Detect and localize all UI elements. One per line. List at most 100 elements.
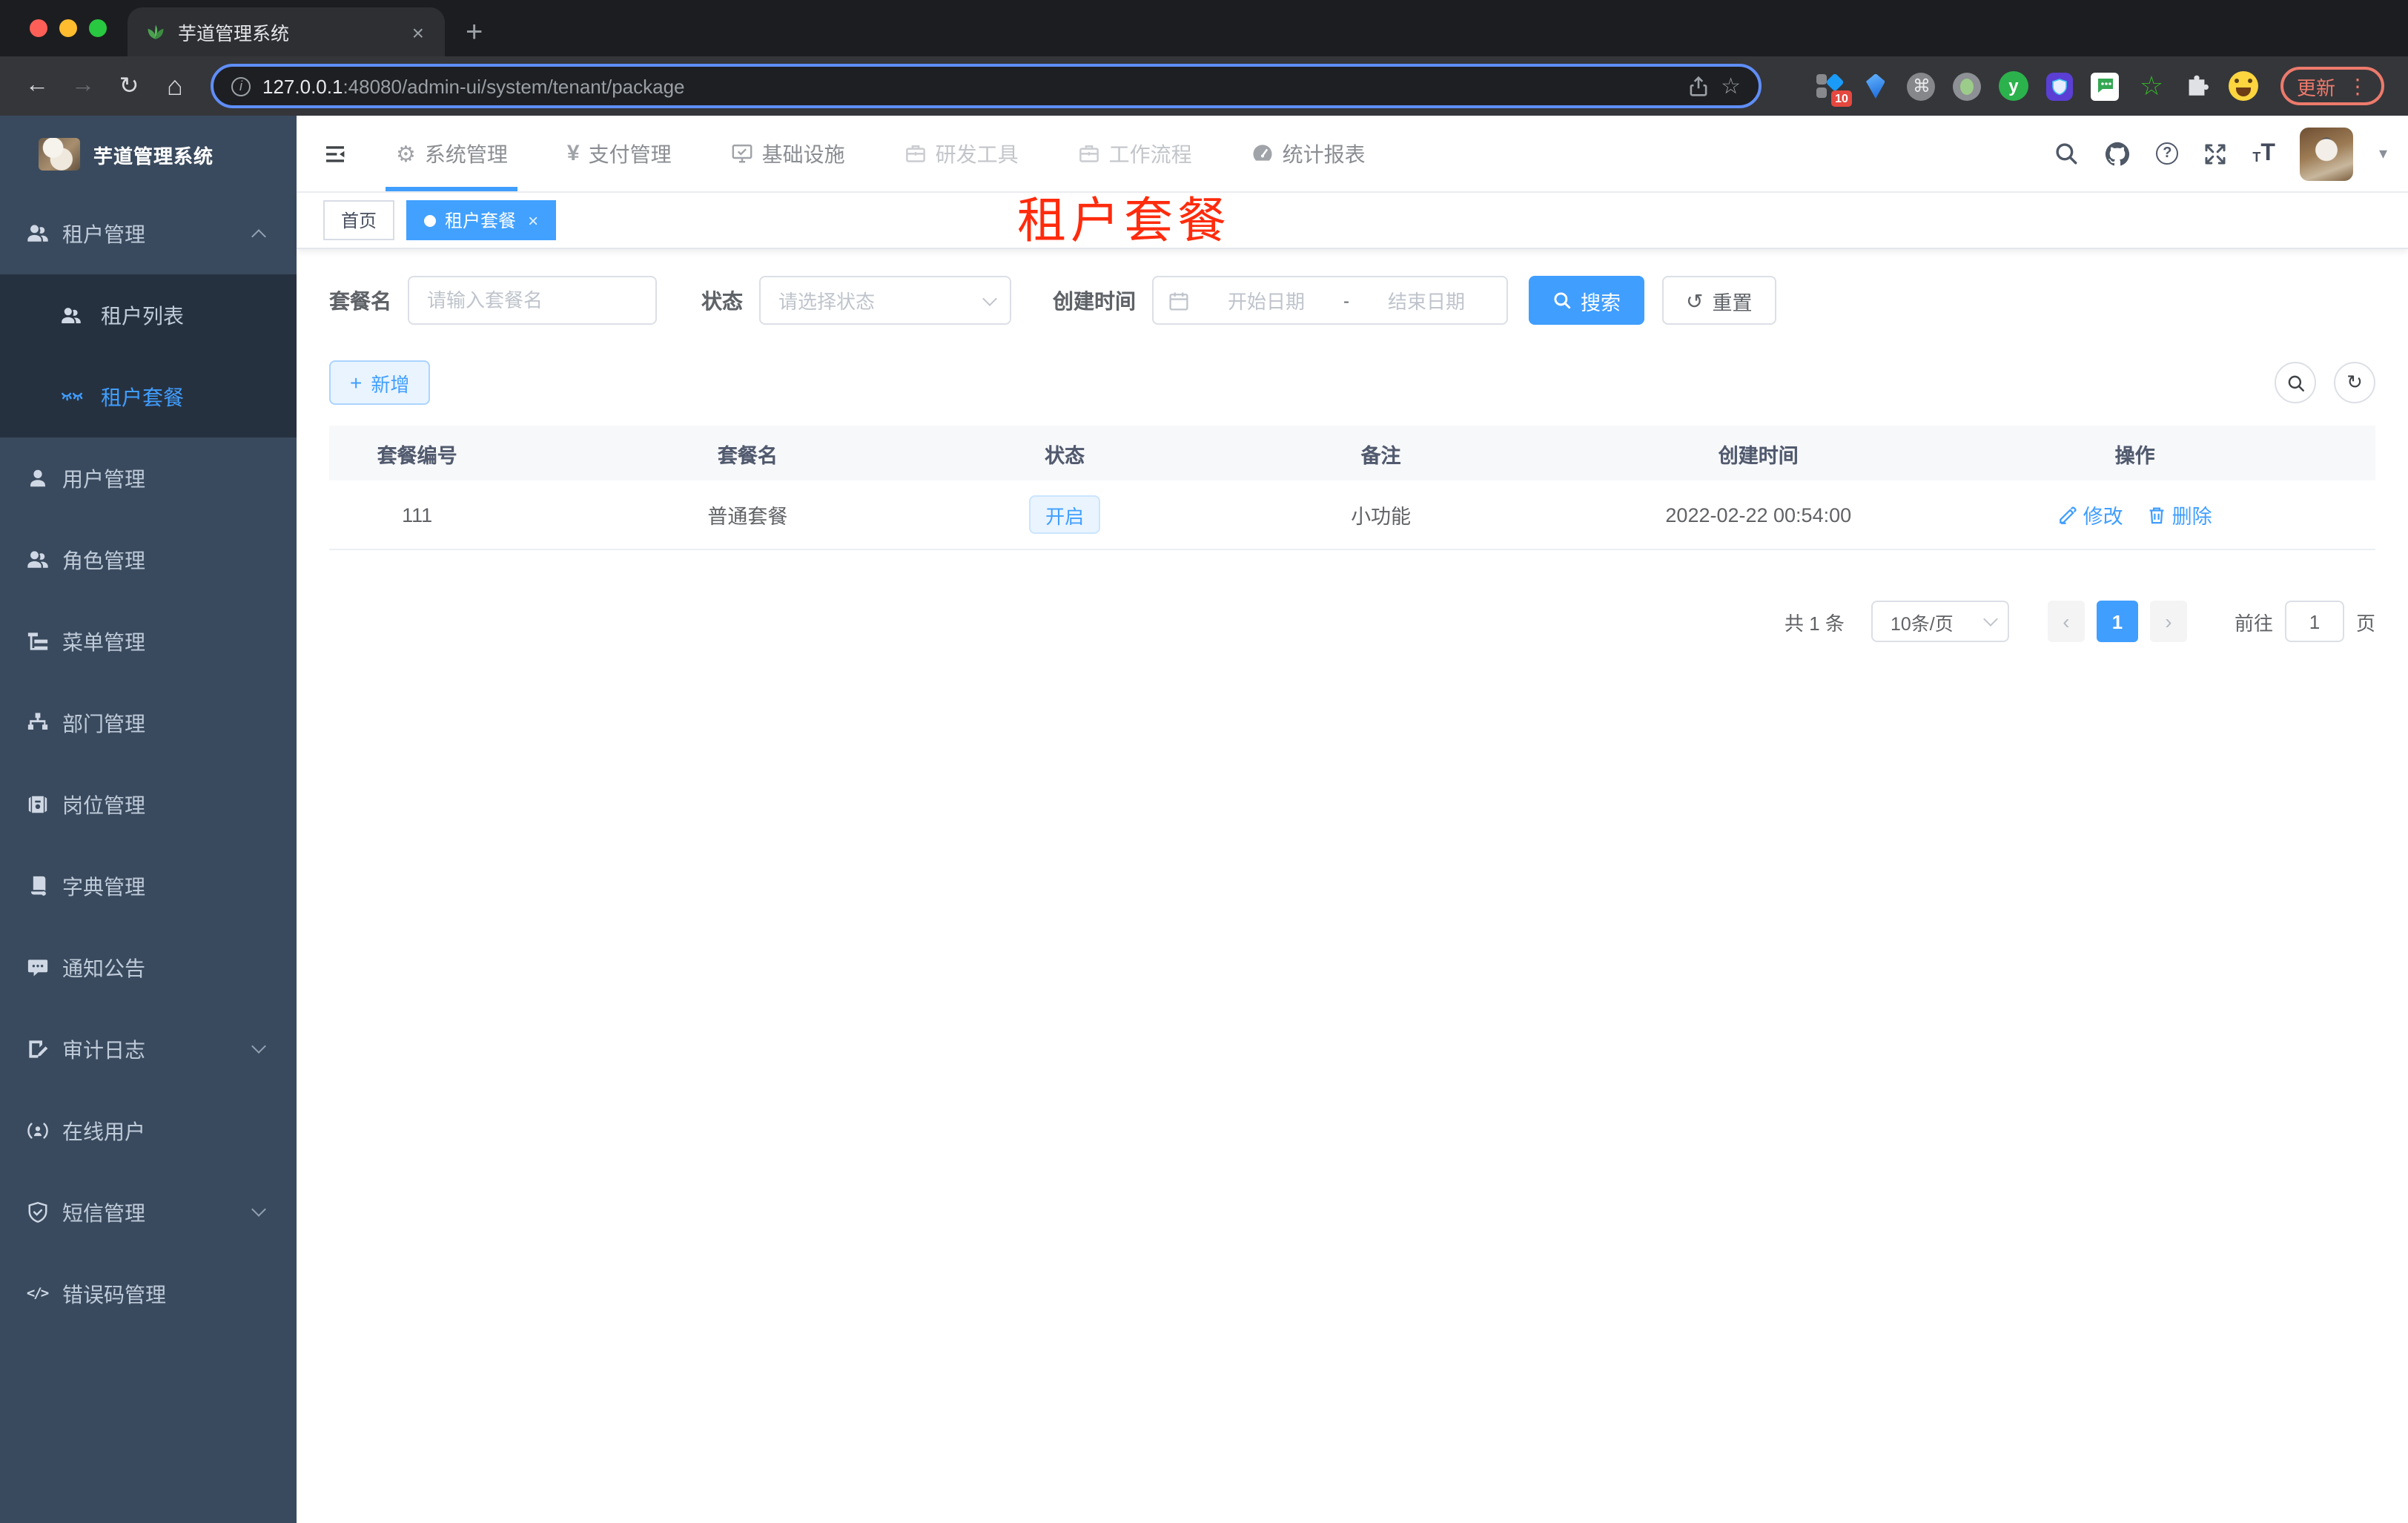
sidebar-logo[interactable]: 芋道管理系统: [0, 116, 297, 193]
browser-tab[interactable]: 芋道管理系统 ×: [128, 7, 445, 56]
zoom-window-button[interactable]: [89, 19, 107, 37]
sidebar-item-dept-mgmt[interactable]: 部门管理: [0, 682, 297, 764]
tab-close-icon[interactable]: ×: [406, 20, 430, 44]
logo-rabbit-image: [39, 138, 80, 171]
home-icon[interactable]: ⌂: [156, 67, 194, 105]
extension-chat-icon[interactable]: [2091, 71, 2120, 101]
topnav-payment-mgmt[interactable]: ¥ 支付管理: [548, 116, 691, 191]
cell-actions: 修改 删除: [1894, 500, 2375, 529]
new-tab-button[interactable]: +: [466, 18, 483, 47]
topnav-infrastructure[interactable]: 基础设施: [712, 116, 864, 191]
toggle-search-button[interactable]: [2275, 362, 2316, 403]
calendar-icon: [1168, 290, 1189, 311]
back-icon[interactable]: ←: [18, 67, 56, 105]
minimize-window-button[interactable]: [59, 19, 77, 37]
reset-button[interactable]: ↺ 重置: [1662, 276, 1776, 325]
end-date-placeholder[interactable]: 结束日期: [1361, 286, 1492, 314]
sidebar-item-audit-log[interactable]: 审计日志: [0, 1008, 297, 1090]
forward-icon[interactable]: →: [64, 67, 102, 105]
yen-icon: ¥: [566, 141, 580, 166]
sidebar-item-role-mgmt[interactable]: 角色管理: [0, 519, 297, 601]
browser-window: 芋道管理系统 × + ← → ↻ ⌂ i 127.0.0.1:48080/adm…: [0, 0, 2408, 1523]
start-date-placeholder[interactable]: 开始日期: [1201, 286, 1332, 314]
sidebar-item-sms-mgmt[interactable]: 短信管理: [0, 1172, 297, 1253]
fullscreen-icon[interactable]: [2203, 142, 2227, 165]
page-size-select[interactable]: 10条/页: [1870, 601, 2009, 642]
extension-y-icon[interactable]: y: [1998, 71, 2028, 101]
add-button[interactable]: + 新增: [329, 360, 431, 405]
browser-tab-strip: 芋道管理系统 × +: [0, 0, 2408, 56]
url-text[interactable]: 127.0.0.1:48080/admin-ui/system/tenant/p…: [262, 75, 1675, 97]
address-bar[interactable]: i 127.0.0.1:48080/admin-ui/system/tenant…: [211, 64, 1762, 108]
extension-command-icon[interactable]: ⌘: [1907, 71, 1936, 101]
browser-menu-dots-icon[interactable]: ⋮: [2347, 73, 2368, 99]
delete-link[interactable]: 删除: [2147, 500, 2212, 529]
extensions-puzzle-icon[interactable]: [2183, 71, 2212, 101]
chevron-down-icon[interactable]: ▾: [2379, 144, 2387, 163]
next-page-button[interactable]: ›: [2149, 601, 2187, 642]
goto-label: 前往: [2234, 612, 2273, 634]
sidebar-item-tenant-list[interactable]: 租户列表: [0, 274, 297, 356]
sidebar-group-tenant[interactable]: 租户管理: [0, 193, 297, 274]
sidebar-item-notice[interactable]: 通知公告: [0, 927, 297, 1008]
sidebar-item-user-mgmt[interactable]: 用户管理: [0, 437, 297, 519]
topnav-statistics[interactable]: 统计报表: [1232, 116, 1385, 191]
tag-home[interactable]: 首页: [323, 200, 395, 240]
table-toolbar: + 新增 ↻: [329, 360, 2375, 405]
sidebar-item-online-users[interactable]: 在线用户: [0, 1090, 297, 1172]
active-dot: [424, 214, 437, 226]
table-row: 111 普通套餐 开启 小功能 2022-02-22 00:54:00 修改 删…: [329, 480, 2375, 550]
help-icon[interactable]: ?: [2156, 142, 2179, 165]
col-header-created: 创建时间: [1718, 444, 1799, 466]
reload-icon[interactable]: ↻: [110, 67, 148, 105]
chevron-down-icon: [1983, 612, 1998, 627]
topnav-system-mgmt[interactable]: ⚙ 系统管理: [377, 116, 527, 191]
prev-page-button[interactable]: ‹: [2047, 601, 2085, 642]
tag-tenant-package[interactable]: 租户套餐 ×: [406, 200, 557, 240]
briefcase-icon: [1078, 142, 1100, 165]
package-name-input[interactable]: [409, 277, 655, 323]
search-button[interactable]: 搜索: [1529, 276, 1644, 325]
extension-gem-icon[interactable]: [1861, 71, 1891, 101]
page-content: 套餐名 状态 请选择状态 创建时间 开始日期: [297, 249, 2408, 1523]
font-size-icon[interactable]: TT: [2252, 141, 2275, 165]
browser-update-button[interactable]: 更新 ⋮: [2280, 67, 2384, 105]
top-navigation: ⚙ 系统管理 ¥ 支付管理 基础设施 研发工具 工作流程 统计报表: [377, 116, 1406, 191]
sidebar-item-error-code[interactable]: </> 错误码管理: [0, 1253, 297, 1335]
date-range-picker[interactable]: 开始日期 - 结束日期: [1152, 276, 1508, 325]
current-page-button[interactable]: 1: [2096, 601, 2138, 642]
sidebar-item-menu-mgmt[interactable]: 菜单管理: [0, 601, 297, 682]
refresh-table-button[interactable]: ↻: [2334, 362, 2375, 403]
sidebar-item-dict-mgmt[interactable]: 字典管理: [0, 845, 297, 927]
extension-shield-icon[interactable]: [2045, 71, 2074, 101]
package-name-field[interactable]: [408, 276, 657, 325]
col-header-actions: 操作: [2114, 444, 2155, 466]
close-icon[interactable]: ×: [528, 210, 538, 231]
share-icon[interactable]: [1687, 75, 1709, 97]
cell-name: 普通套餐: [707, 506, 788, 528]
github-icon[interactable]: [2104, 140, 2131, 167]
bookmark-star-icon[interactable]: ☆: [1721, 73, 1741, 99]
search-icon[interactable]: [2054, 141, 2079, 166]
sidebar-item-post-mgmt[interactable]: 岗位管理: [0, 764, 297, 845]
extension-emoji-icon[interactable]: [2228, 71, 2258, 101]
user-avatar[interactable]: [2300, 127, 2354, 180]
close-window-button[interactable]: [30, 19, 47, 37]
extension-green-star-icon[interactable]: ☆: [2137, 70, 2166, 101]
extension-record-icon[interactable]: [1953, 71, 1982, 101]
extension-tag-assistant-icon[interactable]: 10: [1815, 71, 1852, 107]
logo-title: 芋道管理系统: [93, 145, 214, 167]
plus-icon: +: [350, 371, 363, 394]
site-info-icon[interactable]: i: [231, 76, 251, 96]
topnav-dev-tools[interactable]: 研发工具: [885, 116, 1038, 191]
app-root: 芋道管理系统 租户管理 租户列表 租户套餐 用户管理 角色管理 菜单管理 部门管…: [0, 116, 2408, 1523]
sidebar-item-tenant-package[interactable]: 租户套餐: [0, 356, 297, 437]
refresh-icon: ↺: [1686, 288, 1704, 312]
edit-link[interactable]: 修改: [2058, 500, 2123, 529]
goto-page-input[interactable]: [2284, 601, 2344, 642]
dictionary-icon: [25, 874, 49, 898]
topnav-workflow[interactable]: 工作流程: [1059, 116, 1211, 191]
sidebar-item-label: 菜单管理: [62, 630, 145, 653]
status-select[interactable]: 请选择状态: [759, 276, 1011, 325]
sidebar-collapse-icon[interactable]: [323, 142, 347, 165]
